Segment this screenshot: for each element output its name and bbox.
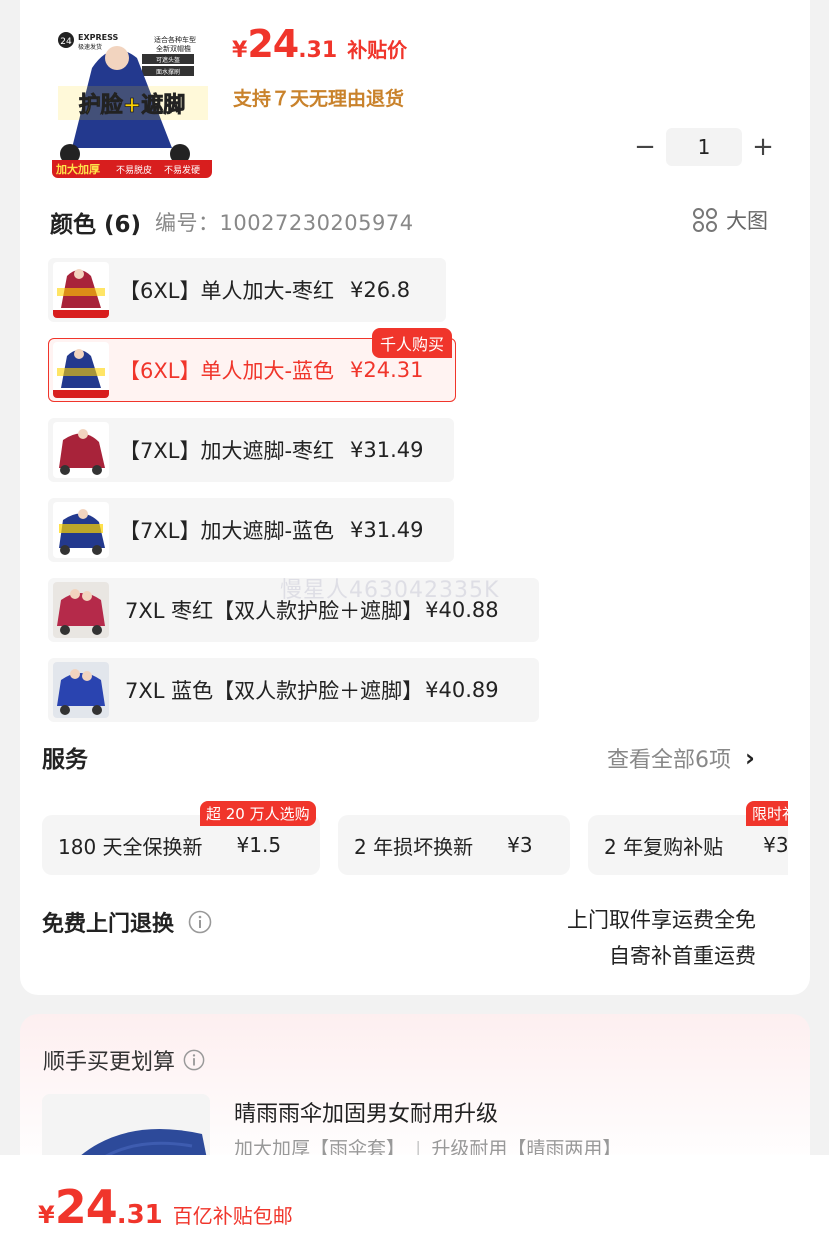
service-option[interactable]: 2 年损坏换新 ¥3: [338, 815, 570, 875]
bundle-item-name[interactable]: 晴雨雨伞加固男女耐用升级: [234, 1096, 498, 1128]
thumb-brand: EXPRESS: [78, 33, 119, 42]
variant-thumbnail: [53, 582, 109, 638]
variant-label: 【6XL】单人加大-枣红: [119, 279, 335, 303]
thumb-brand-sub: 极速发货: [78, 43, 102, 51]
raincoat-image: 24 EXPRESS 极速发货 适合各种车型 全新双帽檐 可遮头盔 面水撑刷 护…: [52, 28, 212, 178]
service-price: ¥1.5: [236, 833, 282, 857]
service-price: ¥3: [763, 833, 788, 857]
quantity-field[interactable]: 1: [666, 128, 742, 166]
thumb-bottom-b: 不易脱皮: [116, 164, 152, 176]
thumb-bottom-c: 不易发硬: [164, 164, 200, 176]
service-name: 2 年复购补贴: [604, 834, 724, 859]
color-section-header: 颜色 (6) 编号：10027230205974: [50, 205, 414, 239]
variant-option[interactable]: 【7XL】加大遮脚-蓝色 ¥31.49: [48, 498, 454, 562]
hot-purchase-badge: 千人购买: [372, 328, 453, 358]
product-code: 编号：10027230205974: [155, 211, 414, 235]
bottom-price: ¥ 24 .31 百亿补贴包邮: [38, 1180, 293, 1234]
free-return-label: 免费上门退换: [42, 912, 175, 937]
decrease-quantity-button[interactable]: −: [630, 132, 660, 162]
thumb-main-text: 护脸+遮脚: [79, 92, 185, 118]
thumb-car-types: 适合各种车型: [154, 35, 196, 44]
free-return-title: 免费上门退换: [42, 906, 212, 938]
variant-option[interactable]: 【6XL】单人加大-枣红 ¥26.8: [48, 258, 446, 322]
chevron-right-icon: ›: [745, 744, 755, 772]
quantity-stepper: − 1 +: [630, 128, 778, 166]
bottom-price-currency: ¥: [38, 1201, 55, 1229]
return-policy-note: 支持７天无理由退货: [233, 88, 405, 110]
price-tag: 补贴价: [347, 38, 408, 62]
free-return-details: 上门取件享运费全免 自寄补首重运费: [567, 902, 756, 974]
watermark: 慢星人463042335K: [280, 578, 500, 603]
variant-thumbnail: [53, 662, 109, 718]
service-badge: 超 20 万人选购: [200, 801, 316, 826]
service-name: 2 年损坏换新: [354, 834, 474, 859]
variant-label: 【6XL】单人加大-蓝色: [119, 359, 335, 383]
variant-price: ¥31.49: [350, 518, 424, 542]
service-badge: 限时补: [746, 801, 788, 826]
variant-label: 7XL 蓝色【双人款护脸＋遮脚】: [125, 679, 424, 703]
bottom-price-tag: 百亿补贴包邮: [172, 1204, 293, 1228]
info-icon[interactable]: [183, 1049, 205, 1071]
thumb-badge: 24: [60, 37, 72, 47]
variant-price: ¥26.8: [350, 278, 411, 302]
bundle-title: 顺手买更划算: [43, 1044, 205, 1076]
variant-price: ¥40.89: [425, 678, 499, 702]
price-integer: 24: [247, 22, 299, 66]
bundle-title-label: 顺手买更划算: [43, 1050, 176, 1075]
variant-thumbnail: [53, 502, 109, 558]
color-section-title: 颜色 (6): [50, 212, 142, 238]
subsidy-price: ¥ 24 .31 补贴价: [232, 22, 407, 66]
variant-thumbnail: [53, 262, 109, 318]
info-icon[interactable]: [188, 910, 212, 934]
big-image-label: 大图: [726, 209, 768, 233]
product-thumbnail[interactable]: 24 EXPRESS 极速发货 适合各种车型 全新双帽檐 可遮头盔 面水撑刷 护…: [52, 28, 212, 178]
bottom-price-integer: 24: [54, 1180, 118, 1234]
variant-option[interactable]: 7XL 蓝色【双人款护脸＋遮脚】 ¥40.89: [48, 658, 539, 722]
thumb-bottom-a: 加大加厚: [55, 162, 100, 176]
big-image-button[interactable]: 大图: [692, 205, 768, 235]
thumb-tag2: 面水撑刷: [156, 68, 180, 76]
increase-quantity-button[interactable]: +: [748, 132, 778, 162]
services-title: 服务: [42, 747, 88, 773]
variant-label: 【7XL】加大遮脚-蓝色: [119, 519, 335, 543]
price-currency: ¥: [232, 38, 248, 63]
view-all-label: 查看全部6项: [607, 748, 731, 773]
variant-option[interactable]: 【7XL】加大遮脚-枣红 ¥31.49: [48, 418, 454, 482]
price-decimal: .31: [298, 38, 338, 63]
grid-icon: [693, 208, 717, 232]
service-name: 180 天全保换新: [58, 834, 203, 859]
thumb-visor: 全新双帽檐: [156, 44, 191, 53]
thumb-tag1: 可遮头盔: [156, 56, 180, 64]
free-return-line2: 自寄补首重运费: [609, 944, 756, 968]
view-all-services-link[interactable]: 查看全部6项 ›: [607, 742, 755, 774]
variant-thumbnail: [53, 342, 109, 398]
variant-price: ¥31.49: [350, 438, 424, 462]
bottom-price-decimal: .31: [116, 1200, 163, 1230]
free-return-line1: 上门取件享运费全免: [567, 908, 756, 932]
variant-price: ¥24.31: [350, 358, 424, 382]
variant-thumbnail: [53, 422, 109, 478]
variant-label: 【7XL】加大遮脚-枣红: [119, 439, 335, 463]
service-price: ¥3: [507, 833, 533, 857]
